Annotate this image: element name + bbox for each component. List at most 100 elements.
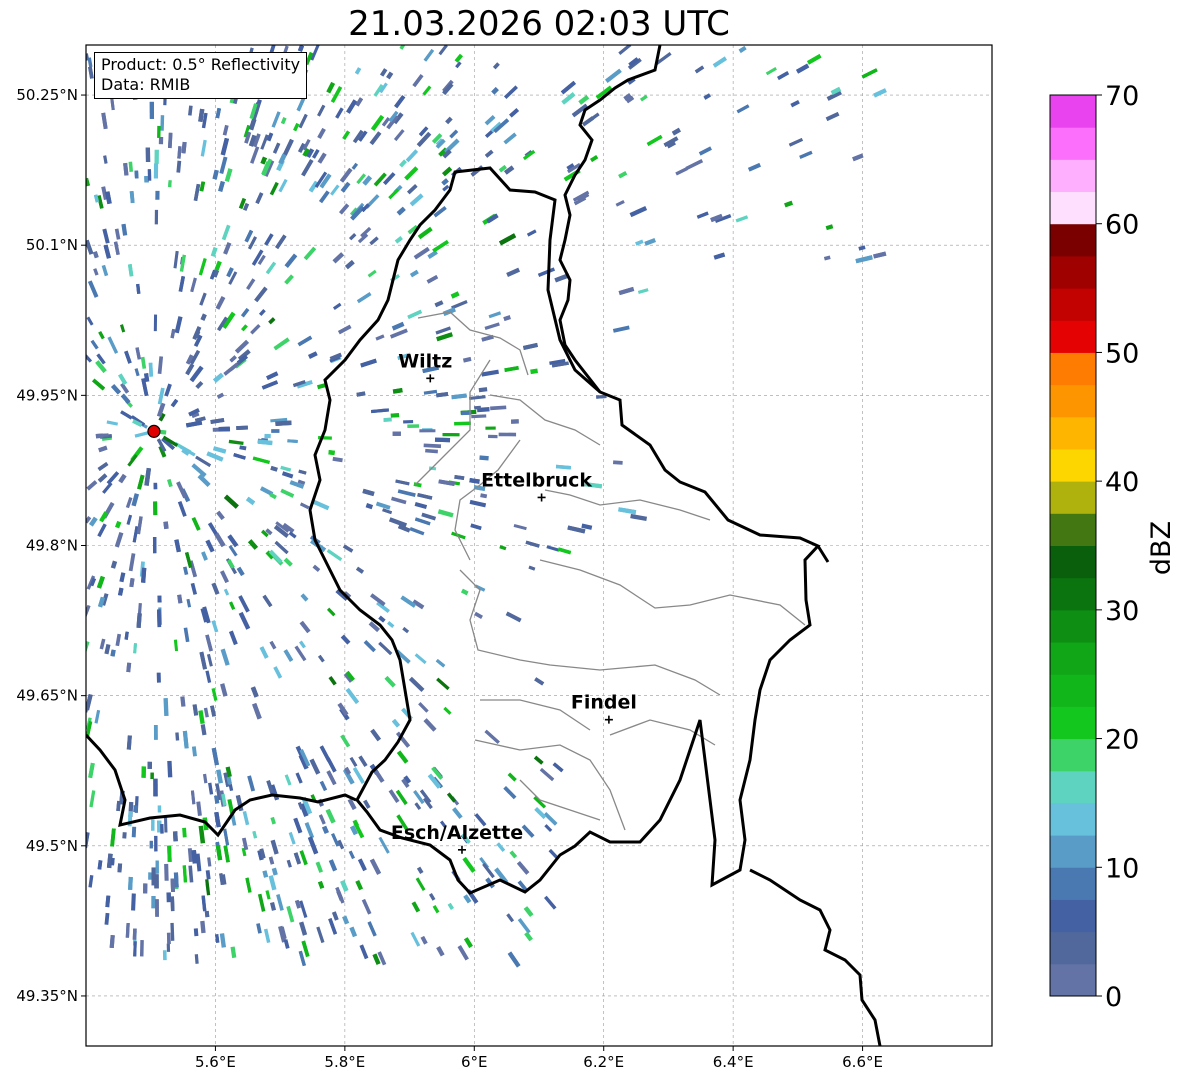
colorbar: 0 10 20 30 40 50 60 70 dBZ: [1049, 81, 1177, 1013]
echo-cell: [403, 419, 414, 424]
colorbar-tick-label: 70: [1105, 81, 1139, 112]
radar-site-dot: [147, 424, 161, 438]
echo-cell: [170, 922, 175, 941]
echo-cell: [193, 928, 199, 937]
x-tick-label: 6°E: [461, 1053, 488, 1071]
product-text: Product: 0.5° Reflectivity: [101, 55, 301, 74]
x-tick-label: 6.2°E: [583, 1053, 624, 1071]
echo-cell: [153, 163, 159, 179]
colorbar-segment: [1050, 770, 1096, 804]
colorbar-segment: [1050, 320, 1096, 353]
echo-cell: [122, 832, 127, 839]
echo-cell: [163, 698, 169, 717]
echo-cell: [141, 766, 147, 778]
echo-cell: [511, 419, 519, 424]
y-tick-label: 49.95°N: [16, 386, 78, 404]
echo-cell: [419, 429, 436, 433]
colorbar-segment: [1050, 191, 1096, 225]
echo-cell: [155, 860, 159, 874]
echo-cell: [150, 772, 154, 779]
colorbar-tick-label: 0: [1105, 982, 1122, 1013]
colorbar-tick-label: 60: [1105, 210, 1139, 241]
echo-cell: [498, 432, 517, 437]
echo-cell: [152, 536, 157, 554]
colorbar-segment: [1050, 416, 1096, 450]
colorbar-segment: [1050, 223, 1096, 257]
echo-cell: [392, 431, 401, 436]
colorbar-tick-label: 10: [1105, 853, 1139, 884]
echo-cell: [155, 190, 160, 200]
colorbar-segment: [1050, 899, 1096, 933]
x-tick-label: 6.4°E: [713, 1053, 754, 1071]
echo-cell: [612, 460, 623, 465]
echo-cell: [264, 433, 271, 439]
echo-cell: [407, 424, 420, 428]
colorbar-segment: [1050, 159, 1096, 193]
echo-cell: [488, 434, 498, 439]
radar-map: WiltzEttelbruckFindelEsch/Alzette 5.6°E 5…: [16, 44, 1177, 1071]
echo-cell: [153, 482, 158, 490]
echo-cell: [163, 521, 169, 530]
echo-cell: [154, 149, 159, 164]
y-tick-label: 49.5°N: [26, 837, 78, 855]
echo-cell: [167, 845, 172, 863]
echo-cell: [110, 857, 115, 866]
echo-cell: [157, 805, 162, 813]
echo-cell: [133, 941, 137, 957]
echo-cell: [163, 817, 168, 833]
echo-cell: [155, 899, 159, 917]
echo-cell: [151, 895, 156, 909]
echo-cell: [139, 940, 144, 957]
echo-cell: [454, 421, 471, 426]
echo-cell: [154, 835, 158, 852]
colorbar-segment: [1050, 384, 1096, 418]
colorbar-tick-label: 20: [1105, 725, 1139, 756]
data-source-text: Data: RMIB: [101, 75, 191, 94]
colorbar-segment: [1050, 255, 1096, 289]
echo-cell: [218, 426, 230, 432]
colorbar-segment: [1050, 706, 1096, 740]
echo-cell: [163, 98, 167, 106]
echo-cell: [147, 761, 152, 769]
colorbar-segment: [1050, 963, 1096, 997]
echo-cell: [162, 950, 167, 961]
echo-cell: [157, 609, 162, 628]
echo-cell: [390, 413, 400, 418]
echo-cell: [172, 831, 178, 842]
echo-cell: [149, 840, 153, 849]
echo-cell: [182, 827, 187, 838]
echo-cell: [170, 896, 175, 912]
colorbar-segment: [1050, 513, 1096, 546]
echo-cell: [132, 928, 137, 940]
y-tick-label: 49.8°N: [26, 537, 78, 555]
echo-cell: [131, 893, 136, 911]
colorbar-tick-label: 50: [1105, 338, 1139, 369]
colorbar-segment: [1050, 577, 1096, 611]
y-tick-label: 50.1°N: [26, 236, 78, 254]
echo-cell: [131, 826, 137, 838]
colorbar-segment: [1050, 352, 1096, 386]
echo-cell: [166, 932, 171, 945]
colorbar-segment: [1050, 802, 1096, 836]
colorbar-title: dBZ: [1146, 521, 1177, 575]
echo-cell: [474, 405, 481, 410]
longitude-ticks: 5.6°E 5.8°E 6°E 6.2°E 6.4°E 6.6°E: [195, 1046, 883, 1071]
colorbar-segment: [1050, 481, 1096, 514]
y-tick-label: 49.65°N: [16, 687, 78, 705]
echo-cell: [158, 136, 164, 145]
echo-cell: [143, 883, 148, 894]
echo-cell: [485, 426, 496, 430]
echo-cell: [170, 878, 176, 893]
echo-cell: [160, 115, 165, 131]
echo-cell: [204, 910, 210, 918]
echo-cell: [148, 362, 154, 377]
city-label: Ettelbruck: [481, 469, 592, 491]
echo-cell: [167, 760, 173, 778]
echo-cell: [160, 824, 164, 834]
echo-cell: [157, 595, 162, 603]
colorbar-segment: [1050, 448, 1096, 482]
echo-cell: [164, 863, 169, 881]
y-tick-label: 49.35°N: [16, 987, 78, 1005]
colorbar-segment: [1050, 545, 1096, 579]
echo-cell: [154, 209, 159, 225]
